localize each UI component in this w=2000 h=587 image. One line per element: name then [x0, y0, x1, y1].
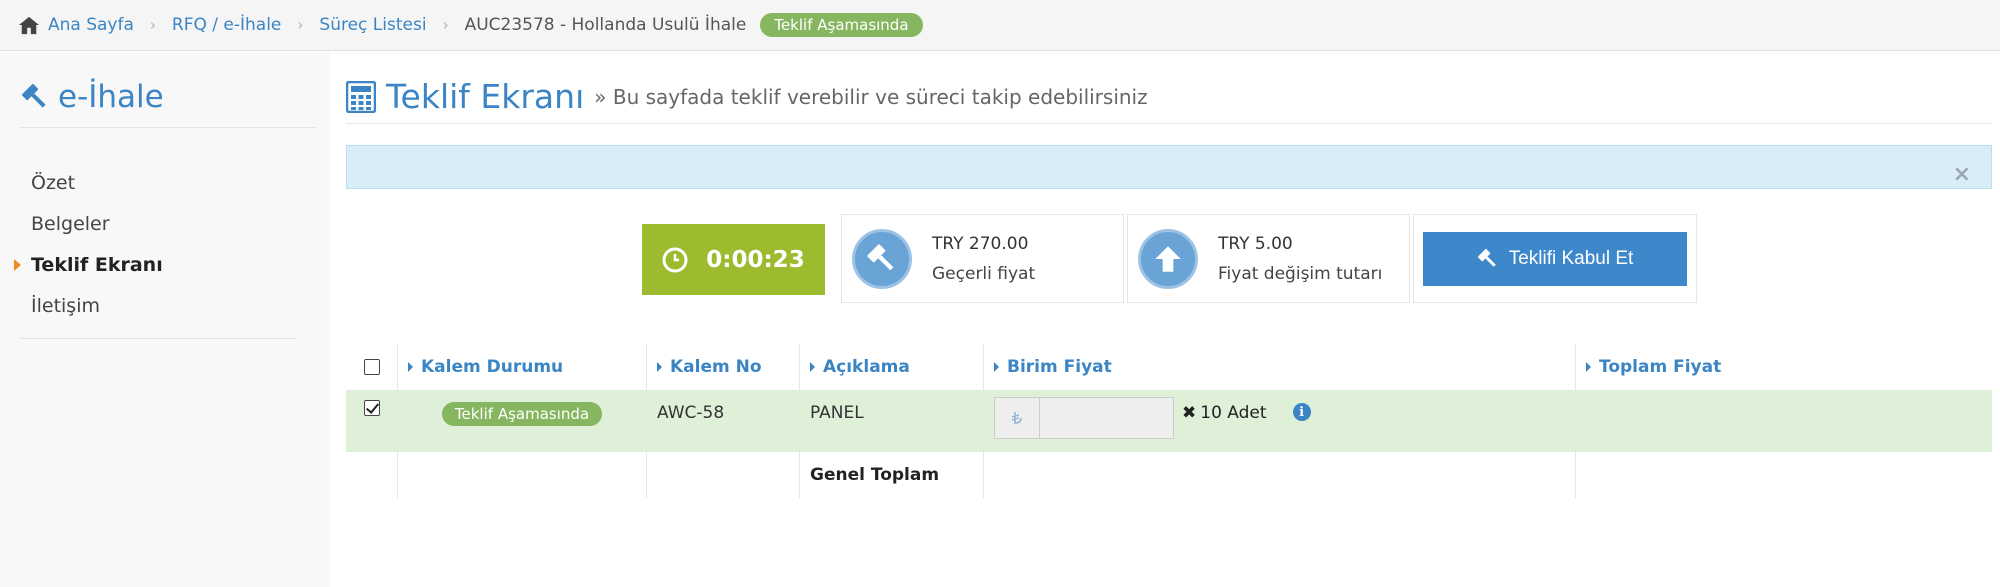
sidebar-divider	[20, 338, 296, 339]
multiply-icon: ✖	[1182, 403, 1197, 423]
breadcrumb-separator: ›	[442, 16, 449, 34]
main-content	[330, 52, 2000, 587]
sidebar-item-teklif-ekrani[interactable]: Teklif Ekranı	[0, 244, 300, 285]
lira-icon	[1011, 412, 1022, 424]
countdown-timer: 0:00:23	[642, 224, 825, 295]
items-table: Kalem Durumu Kalem No Açıklama Birim Fiy…	[346, 344, 1992, 498]
accept-offer-label: Teklifi Kabul Et	[1508, 247, 1634, 269]
sidebar-nav: Özet Belgeler Teklif Ekranı İletişim	[0, 162, 300, 326]
sidebar-item-ozet[interactable]: Özet	[0, 162, 300, 203]
row-status-badge: Teklif Aşamasında	[441, 402, 603, 426]
table-row: Teklif Aşamasında AWC-58 PANEL ✖ 10 Adet…	[346, 390, 1992, 452]
page-header: Teklif Ekranı » Bu sayfada teklif verebi…	[346, 70, 1992, 124]
table-header: Kalem Durumu Kalem No Açıklama Birim Fiy…	[346, 344, 1992, 390]
sidebar: e-İhale Özet Belgeler Teklif Ekranı İlet…	[0, 52, 330, 587]
sort-caret-icon	[1586, 362, 1591, 372]
breadcrumb-separator: ›	[297, 16, 304, 34]
breadcrumb-separator: ›	[149, 16, 156, 34]
column-header-status[interactable]: Kalem Durumu	[398, 344, 647, 390]
quantity-value: 10 Adet	[1200, 403, 1267, 423]
breadcrumb-current: AUC23578 - Hollanda Usulü İhale	[464, 15, 747, 35]
price-change-value: TRY 5.00	[1218, 233, 1293, 254]
grand-total-label: Genel Toplam	[800, 452, 984, 498]
brand: e-İhale	[20, 74, 316, 128]
row-item-no: AWC-58	[647, 390, 800, 452]
column-header-description[interactable]: Açıklama	[800, 344, 984, 390]
home-icon[interactable]	[18, 15, 40, 35]
accept-offer-box: Teklifi Kabul Et	[1413, 214, 1697, 303]
brand-title: e-İhale	[58, 78, 164, 115]
page-title: Teklif Ekranı	[386, 77, 585, 116]
calculator-icon	[346, 80, 376, 113]
column-header-item-no[interactable]: Kalem No	[647, 344, 800, 390]
status-badge: Teklif Aşamasında	[760, 13, 923, 37]
sidebar-item-belgeler[interactable]: Belgeler	[0, 203, 300, 244]
sort-caret-icon	[408, 362, 413, 372]
accept-offer-button[interactable]: Teklifi Kabul Et	[1423, 231, 1687, 286]
unit-price-input[interactable]	[1039, 397, 1174, 439]
alert-close-button[interactable]: ×	[1953, 164, 1971, 186]
breadcrumb-process-list-link[interactable]: Süreç Listesi	[319, 15, 426, 35]
column-header-unit-price[interactable]: Birim Fiyat	[984, 344, 1576, 390]
sort-caret-icon	[810, 362, 815, 372]
gavel-icon	[1477, 248, 1496, 267]
row-total-price	[1576, 390, 1992, 452]
current-price-icon-circle	[852, 228, 912, 289]
arrow-up-icon	[1155, 245, 1181, 272]
table-total-row: Genel Toplam	[346, 452, 1992, 498]
breadcrumb-home-link[interactable]: Ana Sayfa	[48, 15, 134, 35]
unit-price-input-group	[994, 397, 1174, 439]
column-header-label: Kalem No	[670, 357, 762, 377]
timer-value: 0:00:23	[706, 246, 805, 273]
sort-caret-icon	[657, 362, 662, 372]
price-change-label: Fiyat değişim tutarı	[1218, 263, 1383, 284]
column-header-label: Toplam Fiyat	[1599, 357, 1722, 377]
price-change-box: TRY 5.00 Fiyat değişim tutarı	[1127, 214, 1410, 303]
sort-caret-icon	[994, 362, 999, 372]
gavel-icon	[21, 83, 46, 108]
breadcrumb-rfq-link[interactable]: RFQ / e-İhale	[172, 15, 282, 35]
page-subtitle: » Bu sayfada teklif verebilir ve süreci …	[594, 84, 1148, 109]
column-header-label: Birim Fiyat	[1007, 357, 1112, 377]
current-price-box: TRY 270.00 Geçerli fiyat	[841, 214, 1124, 303]
quantity: ✖ 10 Adet	[1182, 403, 1267, 423]
info-icon[interactable]: i	[1292, 403, 1311, 421]
clock-icon	[662, 247, 688, 272]
row-description: PANEL	[800, 390, 984, 452]
price-change-icon-circle	[1138, 228, 1198, 289]
current-price-label: Geçerli fiyat	[932, 263, 1036, 284]
column-header-label: Açıklama	[823, 357, 910, 377]
row-checkbox[interactable]	[363, 400, 380, 416]
price-addon	[994, 397, 1039, 439]
select-all-checkbox[interactable]	[363, 359, 380, 375]
gavel-icon	[867, 243, 894, 270]
sidebar-item-iletisim[interactable]: İletişim	[0, 285, 300, 326]
info-alert: ×	[346, 145, 1992, 189]
column-header-total-price[interactable]: Toplam Fiyat	[1576, 344, 1992, 390]
column-header-label: Kalem Durumu	[421, 357, 564, 377]
current-price-value: TRY 270.00	[932, 233, 1029, 254]
breadcrumb: Ana Sayfa › RFQ / e-İhale › Süreç Listes…	[0, 0, 2000, 51]
